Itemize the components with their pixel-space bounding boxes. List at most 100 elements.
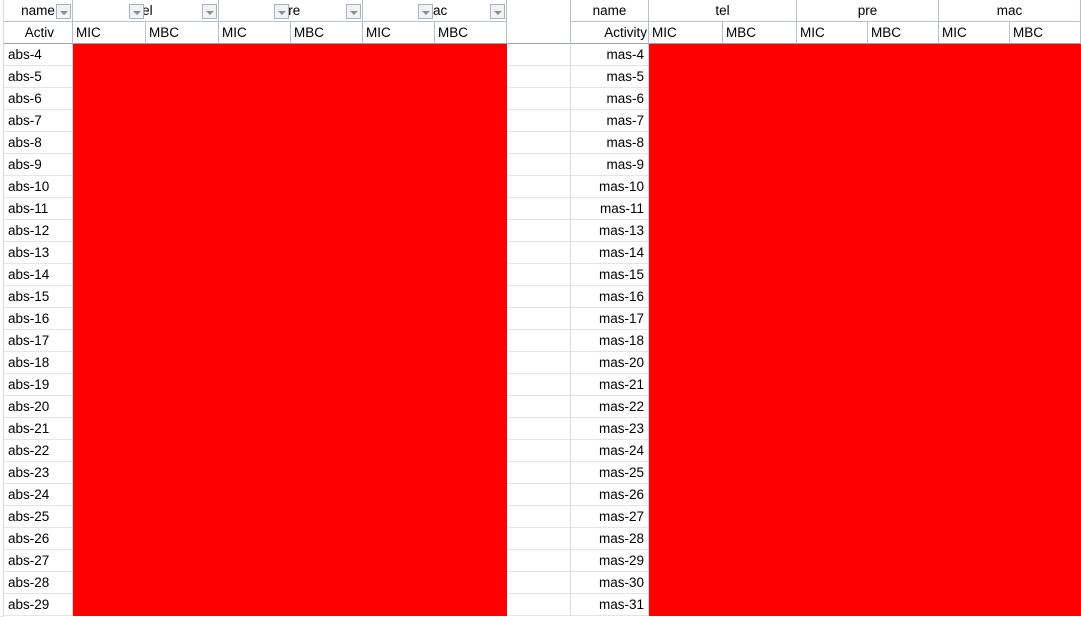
- left-id-cell: abs-15: [4, 286, 73, 308]
- right-id-cell: mas-13: [571, 220, 649, 242]
- left-id-cell: abs-20: [4, 396, 73, 418]
- right-id-cell: mas-31: [571, 594, 649, 616]
- chevron-down-icon: [60, 11, 68, 15]
- left-sub-header-1[interactable]: MIC: [73, 22, 146, 44]
- right-id-cell: mas-17: [571, 308, 649, 330]
- left-id-cell: abs-4: [4, 44, 73, 66]
- left-id-cell: abs-12: [4, 220, 73, 242]
- left-id-cell: abs-27: [4, 550, 73, 572]
- gutter-cell: [507, 506, 571, 528]
- left-sub-header-0[interactable]: Activ: [4, 22, 73, 44]
- chevron-down-icon: [278, 11, 286, 15]
- chevron-down-icon: [350, 11, 358, 15]
- left-filter-button-2[interactable]: [202, 4, 217, 19]
- left-filter-button-0[interactable]: [56, 4, 71, 19]
- left-id-cell: abs-9: [4, 154, 73, 176]
- right-sub-header-2[interactable]: MBC: [723, 22, 797, 44]
- gutter-cell: [507, 374, 571, 396]
- right-sub-header-0[interactable]: Activity: [571, 22, 649, 44]
- gutter-cell: [507, 396, 571, 418]
- gutter-cell: [507, 220, 571, 242]
- right-id-cell: mas-15: [571, 264, 649, 286]
- gutter-cell: [507, 484, 571, 506]
- gutter-cell: [507, 198, 571, 220]
- right-group-header-name: name: [571, 0, 649, 22]
- left-group-header-mac: mac: [363, 0, 507, 22]
- gutter-cell: [507, 528, 571, 550]
- gutter-cell: [507, 440, 571, 462]
- left-filter-button-5[interactable]: [418, 4, 433, 19]
- right-id-cell: mas-11: [571, 198, 649, 220]
- left-filter-button-6[interactable]: [490, 4, 505, 19]
- right-sub-header-1[interactable]: MIC: [649, 22, 723, 44]
- gutter-cell: [507, 418, 571, 440]
- gutter-cell: [507, 176, 571, 198]
- left-filter-button-1[interactable]: [129, 4, 144, 19]
- left-sub-header-4[interactable]: MBC: [291, 22, 363, 44]
- right-id-cell: mas-26: [571, 484, 649, 506]
- right-id-cell: mas-25: [571, 462, 649, 484]
- left-id-cell: abs-7: [4, 110, 73, 132]
- left-id-cell: abs-19: [4, 374, 73, 396]
- right-id-cell: mas-16: [571, 286, 649, 308]
- left-id-cell: abs-5: [4, 66, 73, 88]
- left-id-cell: abs-17: [4, 330, 73, 352]
- left-id-cell: abs-22: [4, 440, 73, 462]
- left-filter-button-3[interactable]: [274, 4, 289, 19]
- left-sub-header-5[interactable]: MIC: [363, 22, 435, 44]
- left-id-cell: abs-11: [4, 198, 73, 220]
- left-id-cell: abs-25: [4, 506, 73, 528]
- chevron-down-icon: [422, 11, 430, 15]
- right-id-cell: mas-4: [571, 44, 649, 66]
- left-id-cell: abs-8: [4, 132, 73, 154]
- right-id-cell: mas-9: [571, 154, 649, 176]
- right-id-cell: mas-20: [571, 352, 649, 374]
- left-group-header-pre: pre: [219, 0, 363, 22]
- chevron-down-icon: [133, 11, 141, 15]
- left-id-cell: abs-26: [4, 528, 73, 550]
- right-group-header-tel: tel: [649, 0, 797, 22]
- gutter-cell: [507, 308, 571, 330]
- right-id-cell: mas-8: [571, 132, 649, 154]
- left-sub-header-2[interactable]: MBC: [146, 22, 219, 44]
- gutter-cell: [507, 462, 571, 484]
- left-id-cell: abs-24: [4, 484, 73, 506]
- gutter-cell: [507, 572, 571, 594]
- right-id-cell: mas-24: [571, 440, 649, 462]
- right-id-cell: mas-21: [571, 374, 649, 396]
- gutter-header: [507, 0, 571, 44]
- gutter-cell: [507, 286, 571, 308]
- gutter-cell: [507, 66, 571, 88]
- left-id-cell: abs-16: [4, 308, 73, 330]
- chevron-down-icon: [494, 11, 502, 15]
- right-id-cell: mas-27: [571, 506, 649, 528]
- left-filter-button-4[interactable]: [346, 4, 361, 19]
- left-id-cell: abs-6: [4, 88, 73, 110]
- right-sub-header-6[interactable]: MBC: [1010, 22, 1081, 44]
- left-redacted-data-region: [73, 44, 507, 616]
- gutter-cell: [507, 264, 571, 286]
- gutter-cell: [507, 352, 571, 374]
- right-id-cell: mas-30: [571, 572, 649, 594]
- right-group-header-mac: mac: [939, 0, 1081, 22]
- right-id-cell: mas-23: [571, 418, 649, 440]
- gutter-cell: [507, 154, 571, 176]
- right-id-cell: mas-18: [571, 330, 649, 352]
- left-id-cell: abs-14: [4, 264, 73, 286]
- left-id-cell: abs-10: [4, 176, 73, 198]
- left-sub-header-6[interactable]: MBC: [435, 22, 507, 44]
- right-sub-header-4[interactable]: MBC: [868, 22, 939, 44]
- gutter-cell: [507, 44, 571, 66]
- right-id-cell: mas-14: [571, 242, 649, 264]
- left-sub-header-3[interactable]: MIC: [219, 22, 291, 44]
- right-id-cell: mas-7: [571, 110, 649, 132]
- gutter-cell: [507, 132, 571, 154]
- right-sub-header-5[interactable]: MIC: [939, 22, 1010, 44]
- spreadsheet-grid: name tel pre mac Activ MIC MBC MIC MBC MIC MBC name…: [0, 0, 1081, 617]
- right-id-cell: mas-22: [571, 396, 649, 418]
- gutter-cell: [507, 110, 571, 132]
- gutter-cell: [507, 242, 571, 264]
- gutter-cell: [507, 330, 571, 352]
- right-sub-header-3[interactable]: MIC: [797, 22, 868, 44]
- gutter-cell: [507, 594, 571, 616]
